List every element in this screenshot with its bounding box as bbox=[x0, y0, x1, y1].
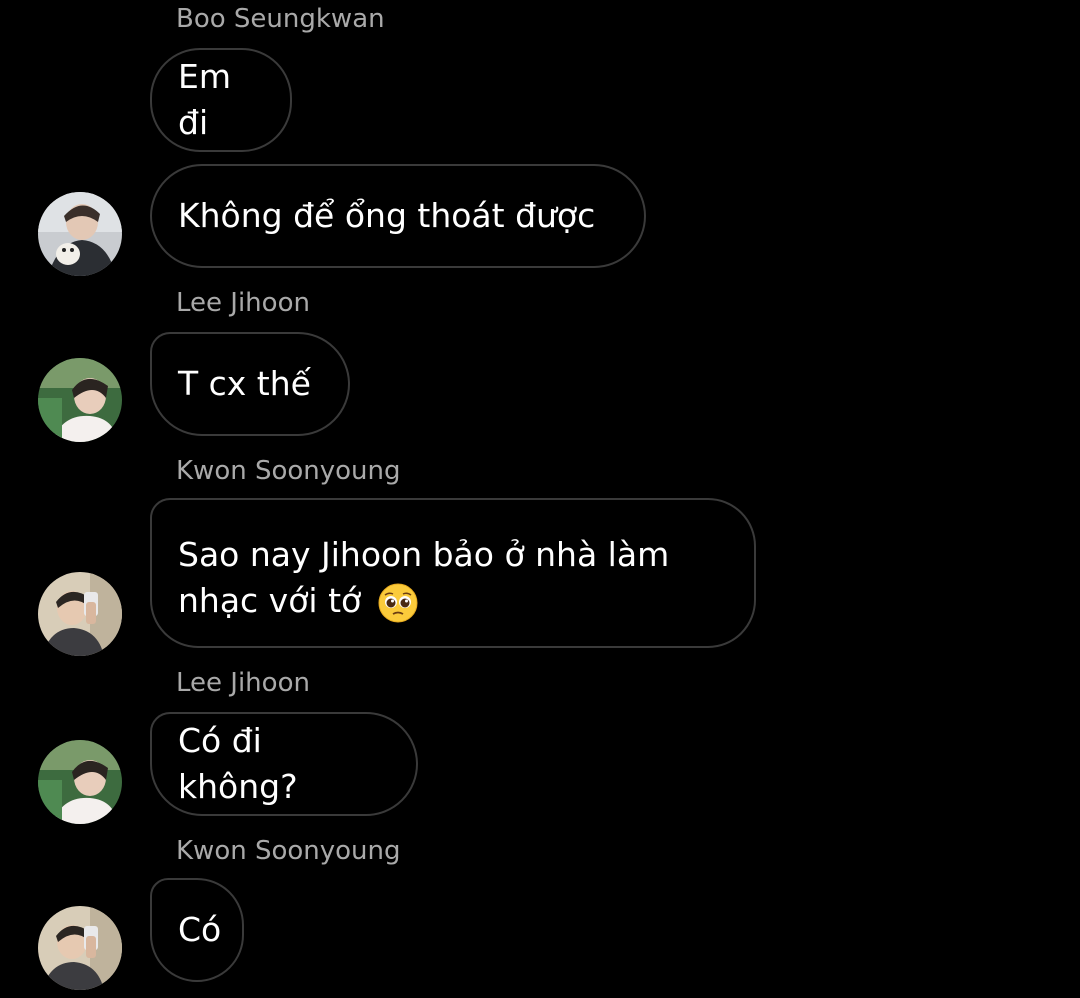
message-text: Không để ổng thoát được bbox=[178, 196, 596, 235]
avatar-kwon-soonyoung[interactable] bbox=[38, 572, 122, 656]
message-bubble[interactable]: T cx thế bbox=[150, 332, 350, 436]
message-bubble[interactable]: Có bbox=[150, 878, 244, 982]
sender-name: Kwon Soonyoung bbox=[176, 836, 401, 866]
message-bubble[interactable]: Em đi bbox=[150, 48, 292, 152]
message-text-line: Sao nay Jihoon bảo ở nhà làm bbox=[178, 535, 670, 574]
avatar-kwon-soonyoung[interactable] bbox=[38, 906, 122, 990]
avatar-boo-seungkwan[interactable] bbox=[38, 192, 122, 276]
message-text: Có đi không? bbox=[178, 721, 298, 806]
avatar-lee-jihoon[interactable] bbox=[38, 358, 122, 442]
message-bubble[interactable]: Không để ổng thoát được bbox=[150, 164, 646, 268]
chat-thread: Boo Seungkwan Em đi Không để ổng thoát đ… bbox=[0, 0, 1080, 998]
message-bubble[interactable]: Có đi không? bbox=[150, 712, 418, 816]
sender-name: Boo Seungkwan bbox=[176, 4, 385, 34]
message-text: Có bbox=[178, 910, 222, 949]
sender-name: Lee Jihoon bbox=[176, 668, 310, 698]
message-text: T cx thế bbox=[178, 364, 311, 403]
message-text-line-2: nhạc với tớ bbox=[178, 578, 728, 624]
sender-name: Lee Jihoon bbox=[176, 288, 310, 318]
message-text: Em đi bbox=[178, 57, 231, 142]
message-bubble[interactable]: Sao nay Jihoon bảo ở nhà làm nhạc với tớ bbox=[150, 498, 756, 648]
pleading-face-emoji-icon bbox=[378, 583, 418, 623]
avatar-lee-jihoon[interactable] bbox=[38, 740, 122, 824]
sender-name: Kwon Soonyoung bbox=[176, 456, 401, 486]
